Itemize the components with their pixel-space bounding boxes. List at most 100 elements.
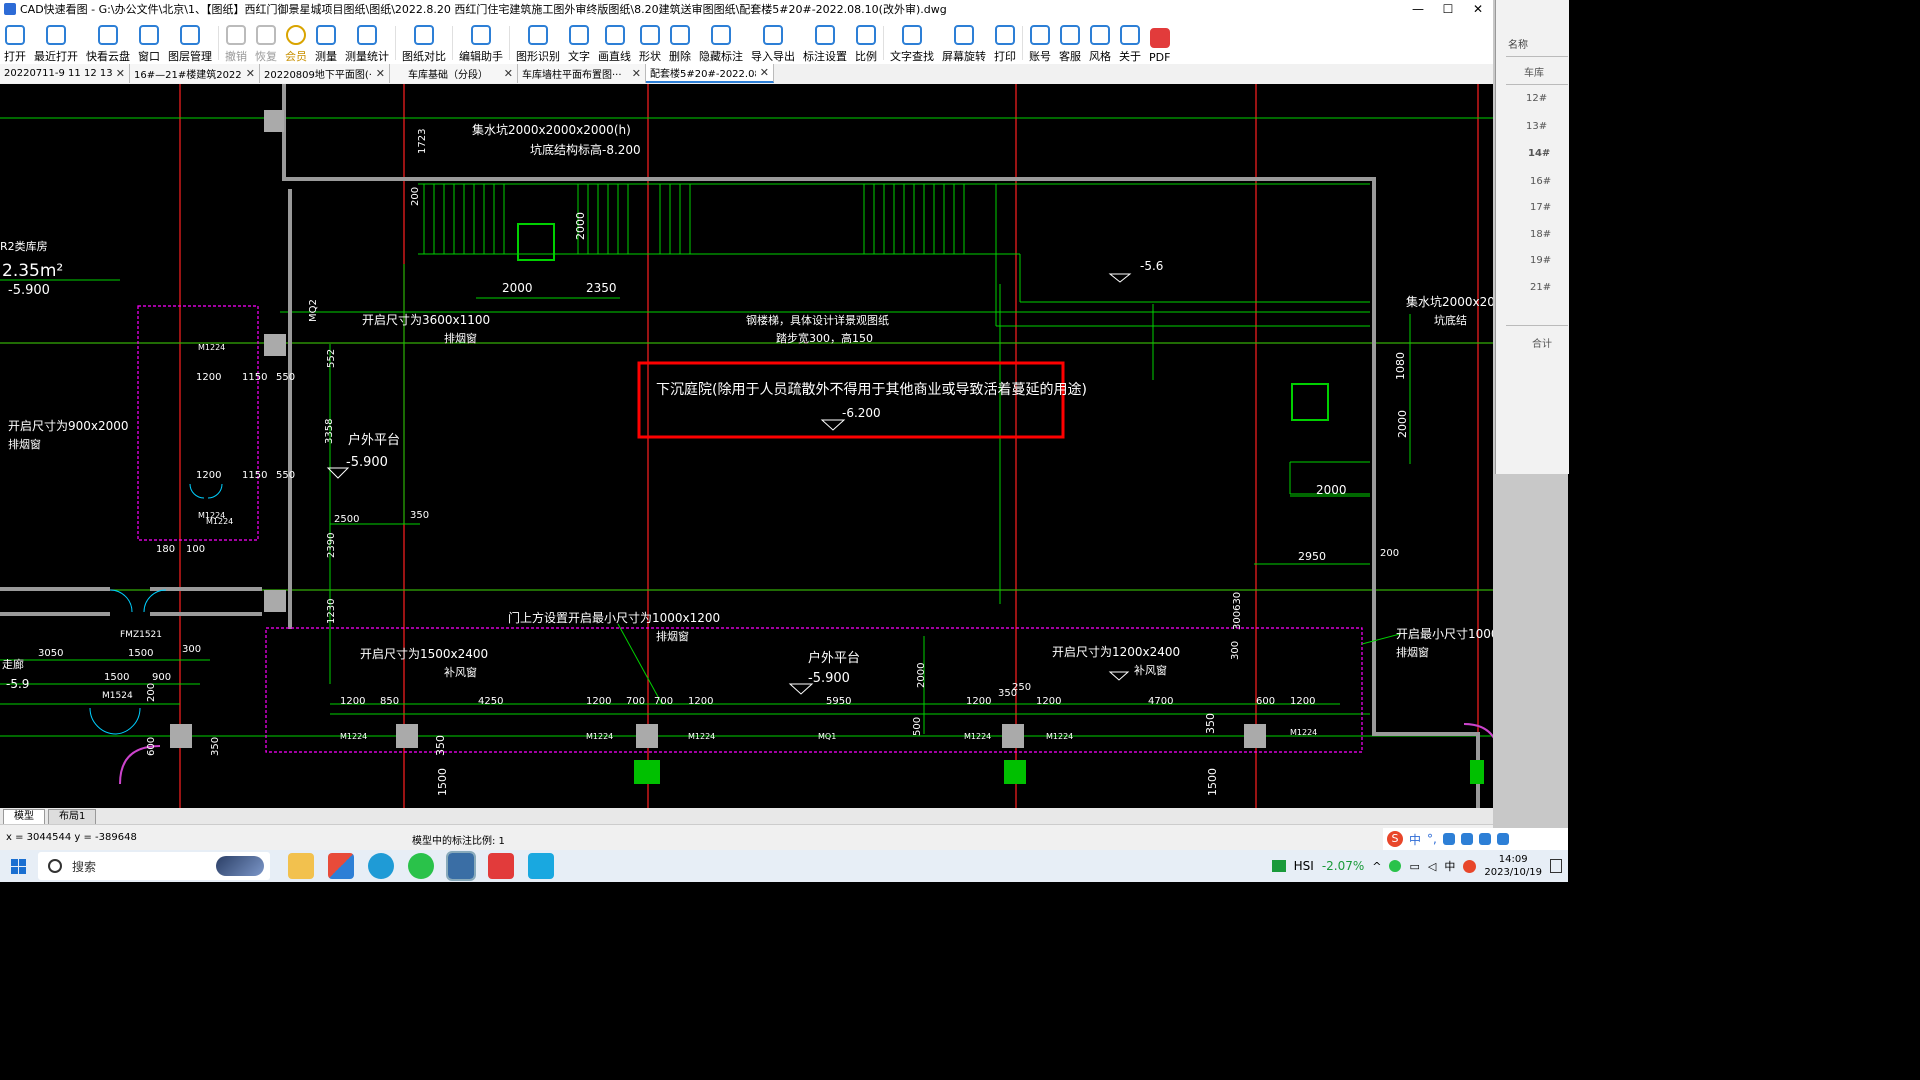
measure-button[interactable]: 测量	[311, 20, 341, 64]
hide-annotation-icon	[711, 25, 731, 45]
photo-table-header: 名称	[1508, 40, 1528, 51]
overlay-photo: 名称 车库 12# 13# 14# 16# 17# 18# 19# 21# 合计	[1495, 0, 1569, 474]
skin-icon[interactable]	[1478, 833, 1491, 845]
support-button[interactable]: 客服	[1055, 20, 1085, 64]
annot-text: 2350	[586, 281, 617, 295]
store-icon[interactable]	[328, 853, 354, 879]
ime-punct[interactable]: °,	[1427, 832, 1437, 846]
tab-label: 车库基础（分段）	[408, 70, 488, 81]
tab-layout1[interactable]: 布局1	[48, 809, 97, 824]
annot-text: 排烟窗	[8, 437, 41, 451]
pdf-button[interactable]: PDF	[1145, 20, 1174, 64]
microphone-icon[interactable]	[1442, 833, 1455, 845]
scale-button[interactable]: 比例	[851, 20, 881, 64]
layout-tabs: 模型 布局1	[0, 808, 1493, 824]
text-search-label: 文字查找	[890, 50, 934, 63]
notification-icon[interactable]	[1550, 859, 1562, 873]
annot-text: 1200	[340, 696, 365, 707]
toolbox-icon[interactable]	[1496, 833, 1509, 845]
annot-text: -5.900	[346, 455, 388, 470]
close-icon[interactable]: ✕	[116, 67, 125, 80]
ime-language[interactable]: 中	[1409, 831, 1421, 848]
rotate-screen-label: 屏幕旋转	[942, 50, 986, 63]
compare-button[interactable]: 图纸对比	[398, 20, 450, 64]
import-export-button[interactable]: 导入导出	[747, 20, 799, 64]
app-logo-icon	[4, 3, 16, 15]
tab-doc-1[interactable]: 20220711-9 11 12 13··· ✕	[0, 64, 130, 83]
wps-icon[interactable]	[488, 853, 514, 879]
redo-button[interactable]: 恢复	[251, 20, 281, 64]
text-app-icon[interactable]	[528, 853, 554, 879]
support-label: 客服	[1059, 50, 1081, 63]
annot-text: 1230	[326, 599, 337, 624]
annotation-settings-button[interactable]: 标注设置	[799, 20, 851, 64]
cad-viewer-icon[interactable]	[446, 851, 476, 881]
undo-button[interactable]: 撤销	[221, 20, 251, 64]
annot-text: 2000	[1316, 483, 1347, 497]
stock-chart-icon[interactable]	[1271, 860, 1286, 872]
close-window-button[interactable]: ✕	[1463, 2, 1493, 16]
sogou-tray-icon[interactable]	[1389, 860, 1402, 872]
open-button[interactable]: 打开	[0, 20, 30, 64]
dimension-lines	[0, 264, 1411, 734]
close-icon[interactable]: ✕	[246, 67, 255, 80]
shape-button[interactable]: 形状	[635, 20, 665, 64]
text-label: 文字	[568, 50, 590, 63]
print-button[interactable]: 打印	[990, 20, 1020, 64]
about-button[interactable]: 关于	[1115, 20, 1145, 64]
text-button[interactable]: 文字	[564, 20, 594, 64]
account-button[interactable]: 账号	[1025, 20, 1055, 64]
tab-doc-4[interactable]: 车库基础（分段） ✕	[390, 64, 518, 83]
layer-manager-button[interactable]: 图层管理	[164, 20, 216, 64]
delete-button[interactable]: 删除	[665, 20, 695, 64]
network-icon[interactable]: ▭	[1409, 860, 1419, 873]
search-highlight-image	[216, 856, 264, 876]
cloud-drive-button[interactable]: 快看云盘	[82, 20, 134, 64]
photo-table-row: 合计	[1532, 339, 1552, 350]
system-tray: HSI -2.07% ^ ▭ ◁ 中 14:09 2023/10/19	[1271, 850, 1568, 882]
tab-model[interactable]: 模型	[3, 809, 45, 824]
close-icon[interactable]: ✕	[504, 67, 513, 80]
tab-doc-active[interactable]: 配套楼5#20#-2022.08· ✕	[646, 64, 774, 83]
table-divider	[1506, 56, 1568, 57]
taskbar-search[interactable]: 搜索	[38, 852, 270, 880]
sogou-ime-icon[interactable]: S	[1387, 831, 1403, 847]
tab-doc-3[interactable]: 20220809地下平面图(··· ✕	[260, 64, 390, 83]
text-search-button[interactable]: 文字查找	[886, 20, 938, 64]
recent-open-button[interactable]: 最近打开	[30, 20, 82, 64]
minimize-button[interactable]: —	[1403, 2, 1433, 16]
edge-icon[interactable]	[368, 853, 394, 879]
ime-toolbar: S 中 °,	[1383, 828, 1568, 850]
clock[interactable]: 14:09 2023/10/19	[1484, 853, 1542, 879]
close-icon[interactable]: ✕	[632, 67, 641, 80]
sogou-s-icon[interactable]	[1463, 859, 1477, 873]
photo-table-row: 18#	[1530, 229, 1552, 240]
wechat-icon[interactable]	[408, 853, 434, 879]
stairs	[423, 184, 965, 254]
rotate-screen-button[interactable]: 屏幕旋转	[938, 20, 990, 64]
measure-stats-button[interactable]: 测量统计	[341, 20, 393, 64]
measure-stats-icon	[357, 25, 377, 45]
hide-annotation-button[interactable]: 隐藏标注	[695, 20, 747, 64]
tray-ime-language[interactable]: 中	[1444, 858, 1455, 874]
edit-assistant-button[interactable]: 编辑助手	[455, 20, 507, 64]
file-explorer-icon[interactable]	[288, 853, 314, 879]
close-icon[interactable]: ✕	[760, 66, 769, 79]
annot-text: 200	[146, 683, 157, 702]
start-button[interactable]	[0, 850, 36, 882]
window-button[interactable]: 窗口	[134, 20, 164, 64]
tab-doc-5[interactable]: 车库墙柱平面布置图··· ✕	[518, 64, 646, 83]
keyboard-icon[interactable]	[1460, 833, 1473, 845]
draw-line-button[interactable]: 画直线	[594, 20, 635, 64]
chevron-up-icon[interactable]: ^	[1372, 860, 1381, 873]
maximize-button[interactable]: ☐	[1433, 2, 1463, 16]
style-button[interactable]: 风格	[1085, 20, 1115, 64]
annot-text: 补风窗	[444, 665, 477, 679]
close-icon[interactable]: ✕	[376, 67, 385, 80]
tab-doc-2[interactable]: 16#—21#楼建筑2022.··· ✕	[130, 64, 260, 83]
drawing-canvas[interactable]: 集水坑2000x2000x2000(h) 坑底结构标高-8.200 1723 2…	[0, 84, 1493, 808]
shape-recognition-button[interactable]: 图形识别	[512, 20, 564, 64]
window-controls: — ☐ ✕	[1403, 2, 1493, 16]
volume-icon[interactable]: ◁	[1428, 860, 1436, 873]
vip-button[interactable]: 会员	[281, 20, 311, 64]
